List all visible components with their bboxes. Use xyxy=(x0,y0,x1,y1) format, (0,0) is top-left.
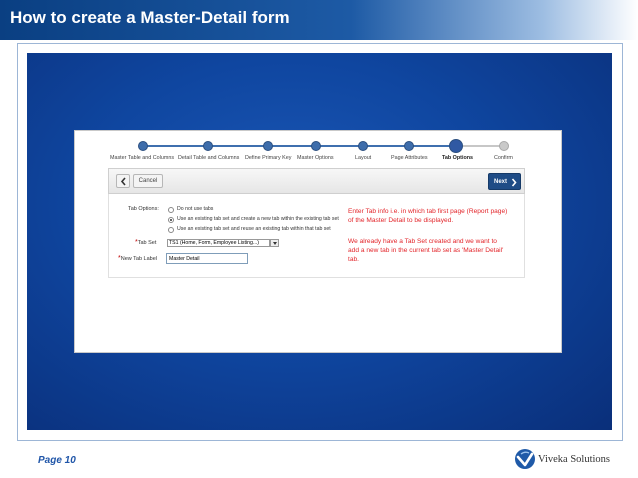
wizard-step-dot-current[interactable] xyxy=(449,139,463,153)
wizard-step-label[interactable]: Master Table and Columns xyxy=(110,155,174,161)
back-button[interactable] xyxy=(116,174,130,188)
wizard-step-label[interactable]: Master Options xyxy=(297,155,334,161)
chevron-left-icon xyxy=(120,177,126,186)
radio-label[interactable]: Use an existing tab set and reuse an exi… xyxy=(177,226,331,232)
new-tab-label-text: New Tab Label xyxy=(120,256,158,262)
wizard-toolbar xyxy=(108,168,525,194)
tab-options-label: Tab Options: xyxy=(128,206,159,212)
radio-reuse-existing-tab[interactable] xyxy=(168,227,174,233)
wizard-step-dot[interactable] xyxy=(263,141,273,151)
wizard-step-dot xyxy=(499,141,509,151)
wizard-step-dot[interactable] xyxy=(311,141,321,151)
slide-title: How to create a Master-Detail form xyxy=(10,8,290,27)
wizard-step-label[interactable]: Layout xyxy=(355,155,371,161)
radio-label[interactable]: Use an existing tab set and create a new… xyxy=(177,216,339,222)
brand-name: Viveka Solutions xyxy=(538,454,610,465)
wizard-step-label[interactable]: Detail Table and Columns xyxy=(178,155,239,161)
wizard-step-label-current[interactable]: Tab Options xyxy=(442,155,473,161)
wizard-step-label[interactable]: Page Attributes xyxy=(391,155,428,161)
viveka-logo-icon xyxy=(515,449,535,469)
annotation-tab-info: Enter Tab info i.e. in which tab first p… xyxy=(348,208,508,225)
new-tab-label-input[interactable]: Master Detail xyxy=(166,253,248,264)
wizard-step-dot[interactable] xyxy=(138,141,148,151)
tab-set-select[interactable]: TS1 (Home, Form, Employee Listing...) xyxy=(167,239,270,247)
wizard-step-dot[interactable] xyxy=(203,141,213,151)
wizard-step-dot[interactable] xyxy=(358,141,368,151)
wizard-step-dot[interactable] xyxy=(404,141,414,151)
radio-create-new-tab[interactable] xyxy=(168,217,174,223)
dropdown-arrow-icon[interactable] xyxy=(270,239,279,247)
radio-label[interactable]: Do not use tabs xyxy=(177,206,213,212)
chevron-right-icon xyxy=(511,178,517,187)
page-number: Page 10 xyxy=(38,455,76,466)
annotation-tab-set: We already have a Tab Set created and we… xyxy=(348,238,504,264)
tab-set-label: *Tab Set xyxy=(135,239,156,246)
next-button[interactable]: Next xyxy=(488,173,521,190)
slide-header: How to create a Master-Detail form xyxy=(0,0,638,40)
wizard-step-label[interactable]: Define Primary Key xyxy=(245,155,291,161)
tab-set-label-text: Tab Set xyxy=(137,240,157,246)
next-button-label: Next xyxy=(494,179,508,185)
wizard-step-label: Confirm xyxy=(494,155,513,161)
radio-do-not-use-tabs[interactable] xyxy=(168,207,174,213)
new-tab-label-label: *New Tab Label xyxy=(118,255,157,262)
cancel-button[interactable]: Cancel xyxy=(133,174,163,188)
